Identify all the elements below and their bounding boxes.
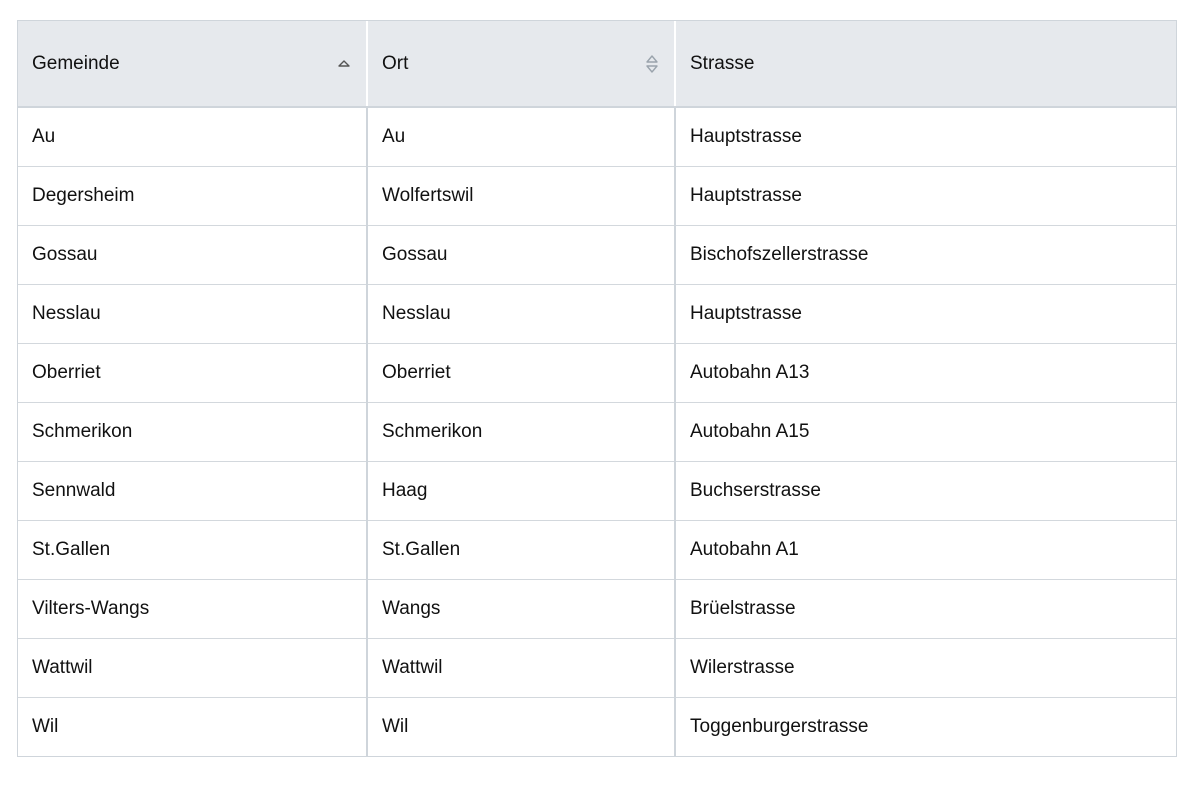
column-header-ort[interactable]: Ort: [367, 21, 676, 108]
table-body: Au Au Hauptstrasse Degersheim Wolfertswil Hau…: [18, 107, 1176, 756]
table-row[interactable]: Wattwil Wattwil Wilerstrasse: [18, 638, 1176, 698]
table-row[interactable]: St.Gallen St.Gallen Autobahn A1: [18, 520, 1176, 580]
table-row[interactable]: Au Au Hauptstrasse: [18, 107, 1176, 167]
cell-ort: Wolfertswil: [367, 166, 676, 226]
column-header-label: Gemeinde: [32, 52, 120, 74]
locations-table: Gemeinde Ort Strasse Au Au Hauptstrasse …: [18, 21, 1176, 756]
table-header: Gemeinde Ort Strasse: [18, 21, 1176, 108]
cell-strasse: Wilerstrasse: [675, 638, 1176, 698]
cell-gemeinde: Nesslau: [18, 284, 368, 344]
cell-strasse: Autobahn A1: [675, 520, 1176, 580]
cell-gemeinde: St.Gallen: [18, 520, 368, 580]
data-table: Gemeinde Ort Strasse Au Au Hauptstrasse …: [17, 20, 1177, 757]
sort-both-icon[interactable]: [644, 51, 660, 77]
cell-ort: Au: [367, 107, 676, 167]
column-header-gemeinde[interactable]: Gemeinde: [18, 21, 368, 108]
column-header-strasse[interactable]: Strasse: [675, 21, 1176, 108]
table-row[interactable]: Sennwald Haag Buchserstrasse: [18, 461, 1176, 521]
table-row[interactable]: Schmerikon Schmerikon Autobahn A15: [18, 402, 1176, 462]
cell-strasse: Autobahn A13: [675, 343, 1176, 403]
table-row[interactable]: Gossau Gossau Bischofszellerstrasse: [18, 225, 1176, 285]
cell-ort: St.Gallen: [367, 520, 676, 580]
header-row: Gemeinde Ort Strasse: [18, 21, 1176, 108]
table-row[interactable]: Vilters-Wangs Wangs Brüelstrasse: [18, 579, 1176, 639]
cell-strasse: Hauptstrasse: [675, 166, 1176, 226]
cell-gemeinde: Degersheim: [18, 166, 368, 226]
cell-gemeinde: Wattwil: [18, 638, 368, 698]
table-row[interactable]: Wil Wil Toggenburgerstrasse: [18, 697, 1176, 756]
column-header-label: Strasse: [690, 52, 755, 74]
cell-ort: Gossau: [367, 225, 676, 285]
cell-ort: Nesslau: [367, 284, 676, 344]
cell-strasse: Hauptstrasse: [675, 284, 1176, 344]
cell-strasse: Hauptstrasse: [675, 107, 1176, 167]
cell-strasse: Bischofszellerstrasse: [675, 225, 1176, 285]
cell-ort: Schmerikon: [367, 402, 676, 462]
table-row[interactable]: Nesslau Nesslau Hauptstrasse: [18, 284, 1176, 344]
table-row[interactable]: Degersheim Wolfertswil Hauptstrasse: [18, 166, 1176, 226]
cell-gemeinde: Gossau: [18, 225, 368, 285]
cell-gemeinde: Wil: [18, 697, 368, 756]
sort-ascending-icon[interactable]: [336, 51, 352, 77]
cell-ort: Haag: [367, 461, 676, 521]
column-header-label: Ort: [382, 52, 409, 74]
cell-strasse: Buchserstrasse: [675, 461, 1176, 521]
cell-gemeinde: Schmerikon: [18, 402, 368, 462]
cell-ort: Wil: [367, 697, 676, 756]
cell-gemeinde: Vilters-Wangs: [18, 579, 368, 639]
cell-ort: Wattwil: [367, 638, 676, 698]
cell-strasse: Toggenburgerstrasse: [690, 715, 869, 737]
cell-ort: Oberriet: [367, 343, 676, 403]
cell-gemeinde: Au: [18, 107, 368, 167]
cell-gemeinde: Sennwald: [18, 461, 368, 521]
table-row[interactable]: Oberriet Oberriet Autobahn A13: [18, 343, 1176, 403]
cell-ort: Wangs: [367, 579, 676, 639]
cell-strasse: Autobahn A15: [675, 402, 1176, 462]
cell-gemeinde: Oberriet: [18, 343, 368, 403]
cell-strasse: Brüelstrasse: [675, 579, 1176, 639]
